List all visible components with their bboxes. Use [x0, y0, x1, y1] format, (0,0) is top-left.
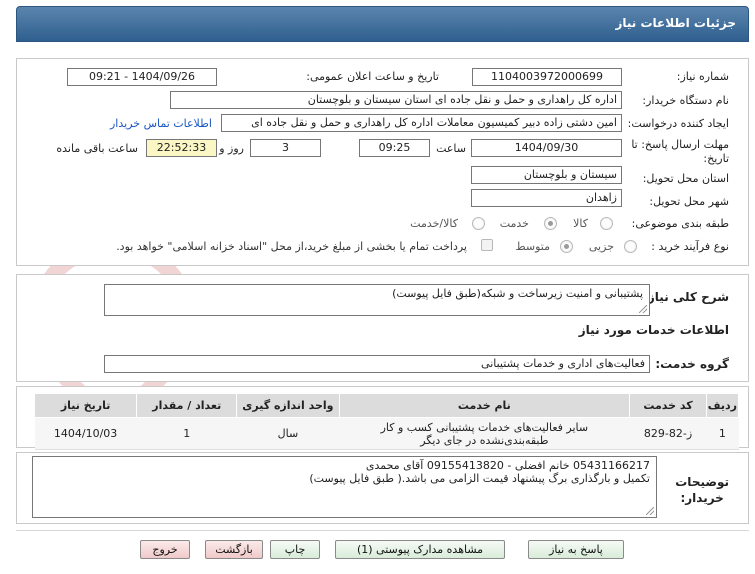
- summary-label: شرح کلی نیاز:: [643, 290, 729, 304]
- summary-text: پشتیبانی و امنیت زیرساخت و شبکه(طبق فایل…: [392, 287, 643, 300]
- category-radio-goods-service[interactable]: [472, 217, 485, 230]
- requester-label: ایجاد کننده درخواست:: [627, 117, 729, 130]
- treasury-payment-note: پرداخت تمام یا بخشی از مبلغ خرید،از محل …: [116, 240, 467, 253]
- process-type-label: نوع فرآیند خرید :: [651, 240, 729, 253]
- remaining-time-field: 22:52:33: [146, 139, 217, 157]
- category-option-goods-service: کالا/خدمت: [410, 217, 458, 230]
- footer-divider: [16, 530, 749, 531]
- cell-code: ز-82-829: [629, 417, 707, 450]
- city-field: زاهدان: [471, 189, 622, 207]
- cell-qty: 1: [136, 417, 237, 450]
- back-button[interactable]: بازگشت: [205, 540, 263, 559]
- summary-textarea: پشتیبانی و امنیت زیرساخت و شبکه(طبق فایل…: [104, 284, 650, 316]
- service-group-label: گروه خدمت:: [655, 357, 729, 371]
- province-field: سیستان و بلوچستان: [471, 166, 622, 184]
- buyer-notes-label-line1: توضیحات: [675, 475, 729, 489]
- resize-handle-icon[interactable]: [639, 305, 647, 313]
- need-number-field: 1104003972000699: [472, 68, 622, 86]
- cell-name: سایر فعالیت‌های خدمات پشتیبانی کسب و کار…: [339, 417, 630, 450]
- col-unit: واحد اندازه گیری: [236, 393, 340, 418]
- exit-button[interactable]: خروج: [140, 540, 190, 559]
- category-radio-goods[interactable]: [600, 217, 613, 230]
- need-number-label: شماره نیاز:: [676, 70, 729, 83]
- col-row: ردیف: [705, 393, 740, 418]
- city-label: شهر محل تحویل:: [649, 195, 729, 208]
- category-option-service: خدمت: [499, 217, 529, 230]
- cell-name-line1: سایر فعالیت‌های خدمات پشتیبانی کسب و کار: [380, 420, 589, 434]
- announce-datetime-label: تاریخ و ساعت اعلان عمومی:: [306, 70, 439, 83]
- buyer-notes-textarea: 05431166217 خانم افضلی - 09155413820 آقا…: [32, 456, 657, 518]
- buyer-org-label: نام دستگاه خریدار:: [642, 94, 729, 107]
- category-label: طبقه بندی موضوعی:: [631, 217, 729, 230]
- page-header: جزئیات اطلاعات نیاز: [16, 6, 749, 42]
- province-label: استان محل تحویل:: [642, 172, 729, 185]
- page-title: جزئیات اطلاعات نیاز: [615, 16, 736, 30]
- cell-row: 1: [706, 417, 739, 450]
- table-row: 1 ز-82-829 سایر فعالیت‌های خدمات پشتیبان…: [34, 417, 739, 450]
- service-group-field: فعالیت‌های اداری و خدمات پشتیبانی: [104, 355, 650, 373]
- buyer-notes-line1: 05431166217 خانم افضلی - 09155413820 آقا…: [365, 459, 650, 472]
- process-radio-medium[interactable]: [560, 240, 573, 253]
- cell-unit: سال: [236, 417, 340, 450]
- view-attachments-button[interactable]: مشاهده مدارک پیوستی (1): [335, 540, 505, 559]
- cell-date: 1404/10/03: [34, 417, 137, 450]
- items-table: ردیف کد خدمت نام خدمت واحد اندازه گیری ت…: [33, 393, 740, 450]
- cell-name-line2: طبقه‌بندی‌نشده در جای دیگر: [420, 433, 549, 447]
- remaining-time-label: ساعت باقی مانده: [56, 142, 138, 155]
- announce-datetime-field: 1404/09/26 - 09:21: [67, 68, 217, 86]
- deadline-label: مهلت ارسال پاسخ: تا تاریخ:: [631, 138, 729, 165]
- category-radio-service[interactable]: [544, 217, 557, 230]
- buyer-org-field: اداره کل راهداری و حمل و نقل جاده ای است…: [170, 91, 622, 109]
- buyer-notes-label-line2: خریدار:: [680, 491, 724, 505]
- deadline-time-label: ساعت: [436, 142, 466, 155]
- buyer-notes-line2: تکمیل و بارگذاری برگ پیشنهاد قیمت الزامی…: [309, 472, 650, 485]
- category-option-goods: کالا: [573, 217, 588, 230]
- process-option-minor: جزیی: [588, 240, 614, 253]
- table-header-row: ردیف کد خدمت نام خدمت واحد اندازه گیری ت…: [33, 393, 740, 418]
- resize-handle-icon[interactable]: [646, 507, 654, 515]
- deadline-time-field: 09:25: [359, 139, 430, 157]
- deadline-date-field: 1404/09/30: [471, 139, 622, 157]
- process-radio-minor[interactable]: [624, 240, 637, 253]
- requester-field: امین دشتی زاده دبیر کمیسیون معاملات ادار…: [221, 114, 622, 132]
- treasury-payment-checkbox[interactable]: [481, 239, 493, 251]
- services-section-title: اطلاعات خدمات مورد نیاز: [578, 323, 729, 337]
- days-field: 3: [250, 139, 321, 157]
- days-label: روز و: [219, 142, 244, 155]
- print-button[interactable]: چاپ: [270, 540, 320, 559]
- col-name: نام خدمت: [338, 393, 631, 418]
- col-code: کد خدمت: [629, 393, 707, 418]
- respond-button[interactable]: پاسخ به نیاز: [528, 540, 624, 559]
- buyer-contact-link[interactable]: اطلاعات تماس خریدار: [110, 117, 212, 130]
- buyer-notes-label: توضیحات خریدار:: [675, 474, 729, 506]
- process-option-medium: متوسط: [515, 240, 550, 253]
- col-date: تاریخ نیاز: [33, 393, 138, 418]
- col-qty: تعداد / مقدار: [136, 393, 238, 418]
